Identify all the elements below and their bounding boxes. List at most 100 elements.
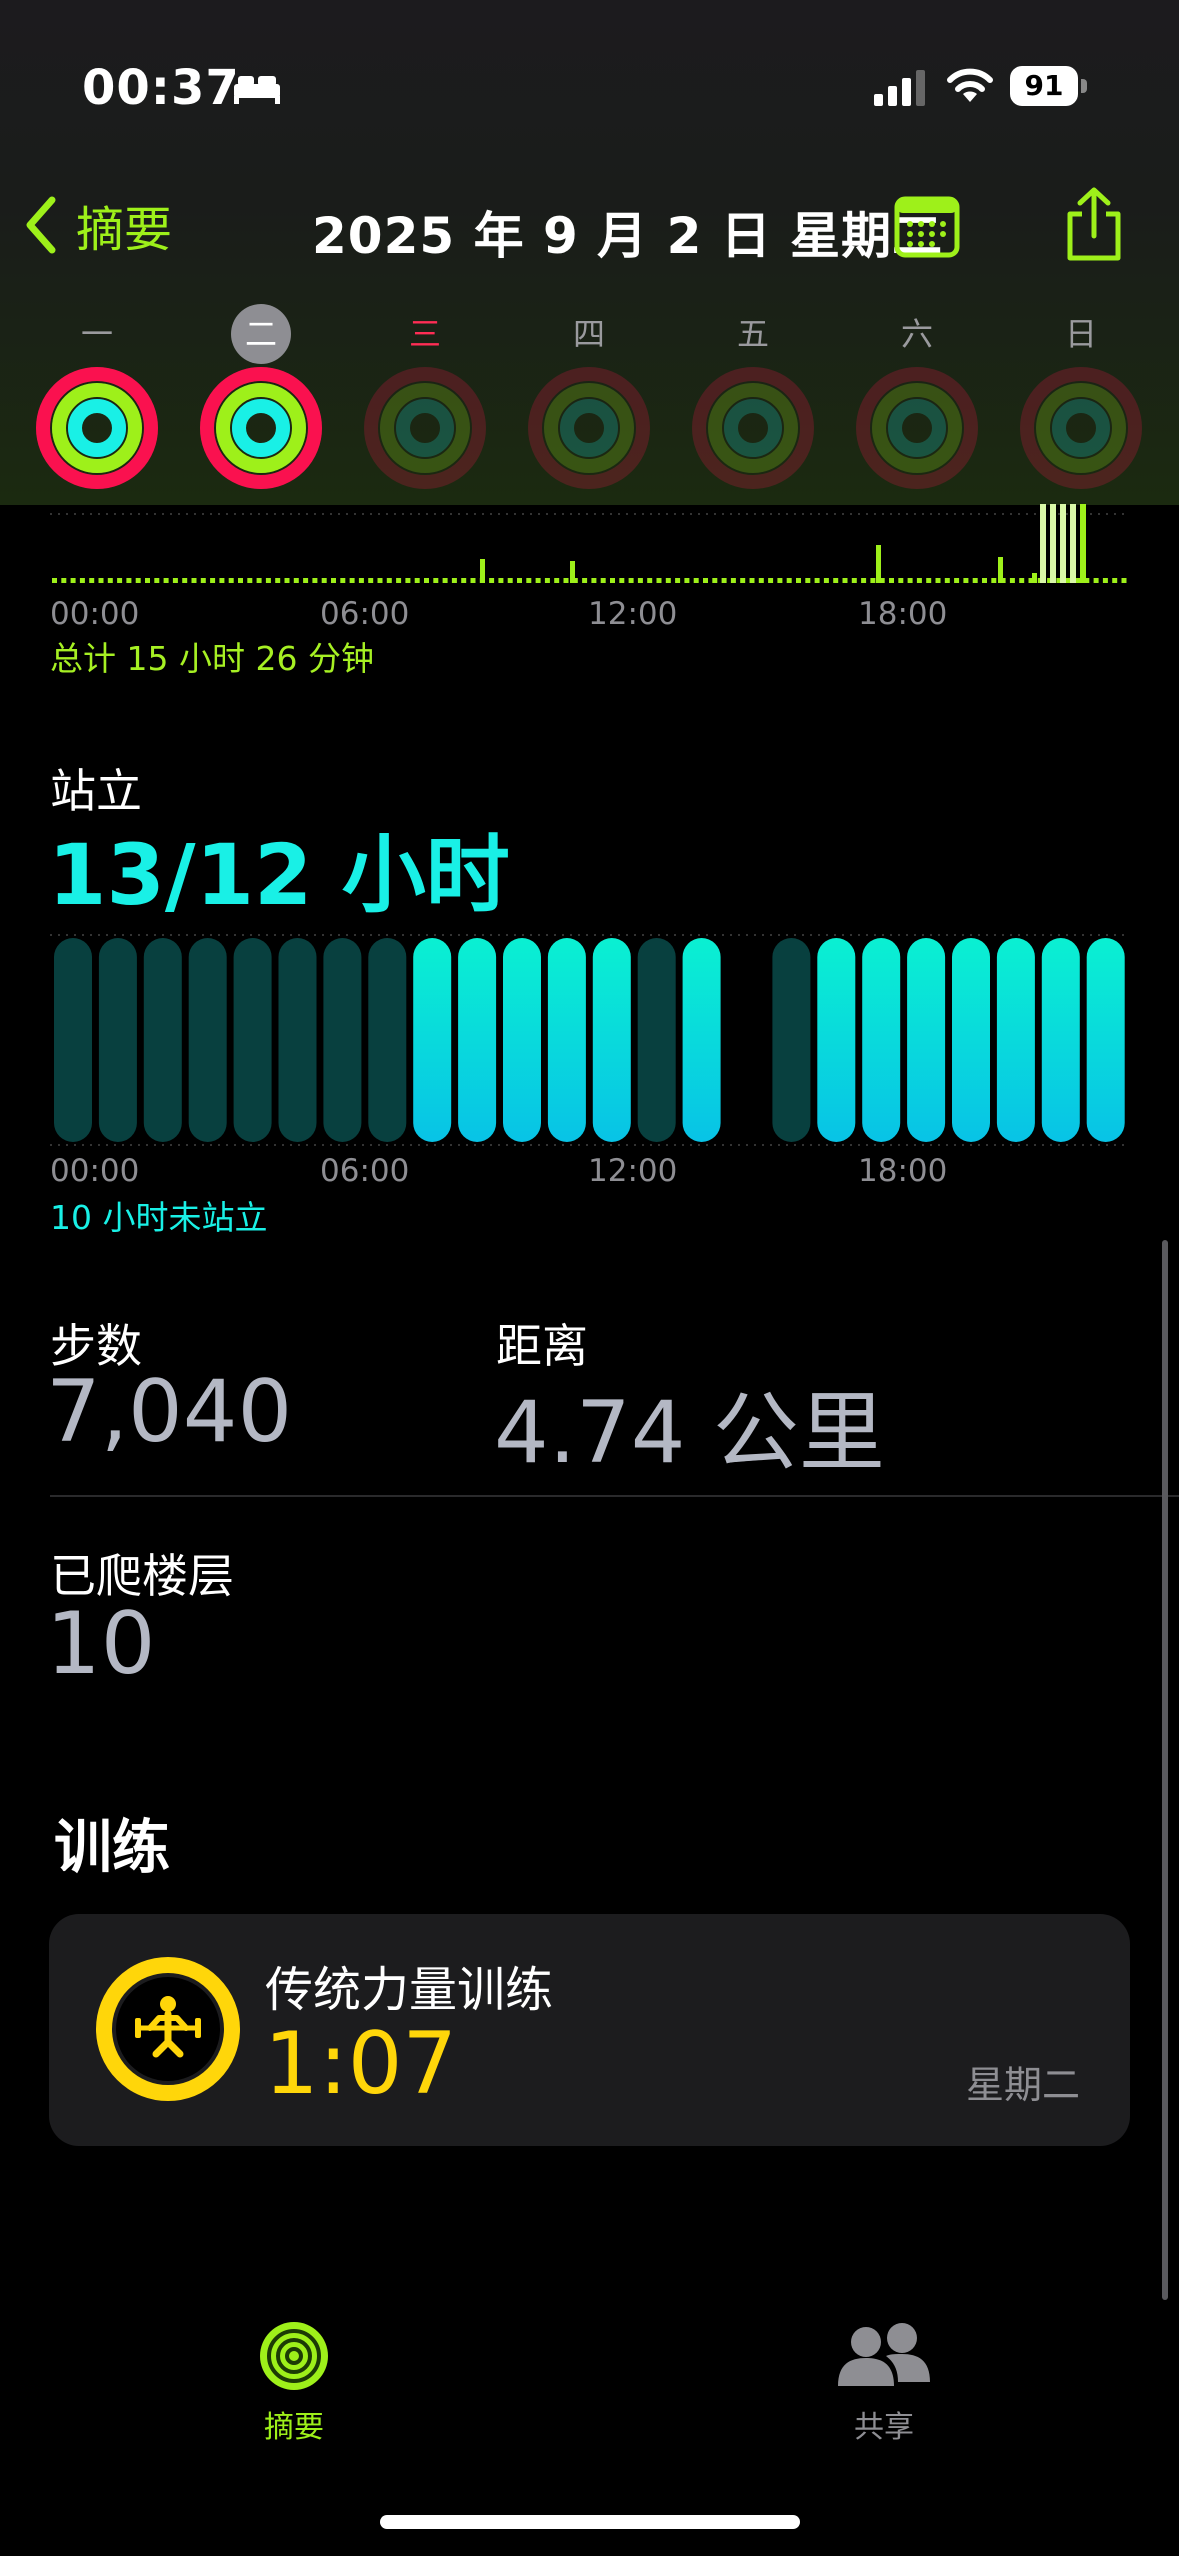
move-dot bbox=[656, 578, 662, 583]
stand-bar-stood bbox=[996, 938, 1035, 1142]
move-dot bbox=[823, 578, 829, 583]
move-dot bbox=[916, 578, 922, 583]
move-dot bbox=[591, 578, 597, 583]
move-dot bbox=[107, 578, 113, 583]
move-dot bbox=[963, 578, 969, 583]
move-dot bbox=[749, 578, 755, 583]
activity-ring-day-1[interactable] bbox=[35, 366, 159, 490]
wifi-icon bbox=[947, 68, 993, 102]
move-dot bbox=[944, 578, 950, 583]
move-dot bbox=[833, 578, 839, 583]
back-label: 摘要 bbox=[76, 202, 173, 258]
stand-bar-not-stood bbox=[323, 938, 362, 1142]
stand-unmet-note: 10 小时未站立 bbox=[50, 1198, 268, 1237]
activity-ring-day-6[interactable] bbox=[855, 366, 979, 490]
move-dot bbox=[191, 578, 197, 583]
stand-bar-stood bbox=[503, 938, 541, 1142]
battery-indicator: 91 bbox=[1010, 66, 1088, 106]
move-dot bbox=[870, 578, 876, 583]
stand-bar-not-stood bbox=[54, 938, 92, 1142]
stand-bar-not-stood bbox=[772, 938, 811, 1142]
stand-bar-not-stood bbox=[368, 938, 407, 1142]
move-spike bbox=[1032, 573, 1037, 583]
move-dot bbox=[768, 578, 774, 583]
move-dot bbox=[675, 578, 681, 583]
move-dot bbox=[684, 578, 690, 583]
move-dot bbox=[405, 578, 411, 583]
workout-name: 传统力量训练 bbox=[265, 1962, 554, 2018]
move-dot bbox=[182, 578, 188, 583]
move-dot bbox=[1009, 578, 1015, 583]
move-dot bbox=[740, 578, 746, 583]
move-spike bbox=[480, 559, 485, 583]
move-dot bbox=[526, 578, 532, 583]
activity-ring-day-3[interactable] bbox=[363, 366, 487, 490]
back-button[interactable]: 摘要 bbox=[24, 190, 172, 260]
workouts-heading: 训练 bbox=[54, 1813, 171, 1881]
floors-value: 10 bbox=[46, 1594, 156, 1694]
activity-ring-day-4[interactable] bbox=[527, 366, 651, 490]
stand-bar-stood bbox=[1041, 938, 1080, 1142]
move-dot bbox=[470, 578, 476, 583]
tab-sharing[interactable]: 共享 bbox=[784, 2320, 984, 2446]
move-dot bbox=[451, 578, 457, 583]
share-icon[interactable] bbox=[1064, 186, 1124, 262]
move-dot bbox=[247, 578, 253, 583]
move-dot bbox=[786, 578, 792, 583]
move-dot bbox=[991, 578, 997, 583]
move-dot bbox=[861, 578, 867, 583]
move-dot bbox=[163, 578, 169, 583]
stand-value: 13/12 小时 bbox=[48, 826, 510, 924]
day-label-6: 六 bbox=[900, 315, 933, 353]
move-dot bbox=[842, 578, 848, 583]
scrollbar[interactable] bbox=[1162, 1240, 1168, 2300]
tab-sharing-label: 共享 bbox=[854, 2410, 914, 2445]
tab-summary[interactable]: 摘要 bbox=[194, 2320, 394, 2446]
move-dot bbox=[954, 578, 960, 583]
stand-bar-stood bbox=[592, 938, 631, 1142]
move-dot bbox=[377, 578, 383, 583]
move-bar-peak bbox=[1040, 504, 1046, 583]
activity-ring-day-2[interactable] bbox=[199, 366, 323, 490]
stand-bar-stood bbox=[862, 938, 901, 1142]
move-dot bbox=[935, 578, 941, 583]
stand-hourly-chart bbox=[50, 934, 1130, 1146]
move-dot bbox=[368, 578, 374, 583]
stand-bar-not-stood bbox=[98, 938, 137, 1142]
move-dot bbox=[303, 578, 309, 583]
stand-bar-stood bbox=[547, 938, 586, 1142]
day-label-2: 二 bbox=[231, 304, 291, 364]
move-dot bbox=[637, 578, 643, 583]
move-total-duration: 总计 15 小时 26 分钟 bbox=[50, 639, 374, 678]
stand-bar-stood bbox=[458, 938, 497, 1142]
move-dot bbox=[926, 578, 932, 583]
workout-duration: 1:07 bbox=[264, 2014, 458, 2114]
move-dot bbox=[293, 578, 299, 583]
activity-ring-day-5[interactable] bbox=[691, 366, 815, 490]
move-dot bbox=[535, 578, 541, 583]
move-dot bbox=[321, 578, 327, 583]
move-dot bbox=[98, 578, 104, 583]
move-dot bbox=[145, 578, 150, 583]
move-dot bbox=[238, 578, 243, 583]
move-dot bbox=[61, 578, 67, 583]
move-dot bbox=[358, 578, 364, 583]
move-dot bbox=[386, 578, 392, 583]
move-dot bbox=[340, 578, 346, 583]
cellular-signal-icon bbox=[874, 70, 925, 106]
distance-value: 4.74 公里 bbox=[494, 1383, 885, 1483]
move-axis-label: 00:00 bbox=[50, 596, 140, 632]
move-dot bbox=[796, 578, 801, 583]
move-dot bbox=[1065, 578, 1071, 583]
calendar-icon[interactable] bbox=[894, 196, 960, 258]
move-dot bbox=[851, 578, 857, 583]
activity-ring-day-7[interactable] bbox=[1019, 366, 1143, 490]
move-dot bbox=[889, 578, 894, 583]
move-axis-label: 06:00 bbox=[320, 596, 410, 632]
stand-bar-not-stood bbox=[188, 938, 227, 1142]
move-dot bbox=[70, 578, 76, 583]
stand-axis-label: 06:00 bbox=[320, 1153, 410, 1189]
move-dot bbox=[172, 578, 178, 583]
workout-card[interactable]: 传统力量训练 1:07 星期二 bbox=[49, 1914, 1130, 2146]
day-label-7: 日 bbox=[1064, 315, 1097, 353]
